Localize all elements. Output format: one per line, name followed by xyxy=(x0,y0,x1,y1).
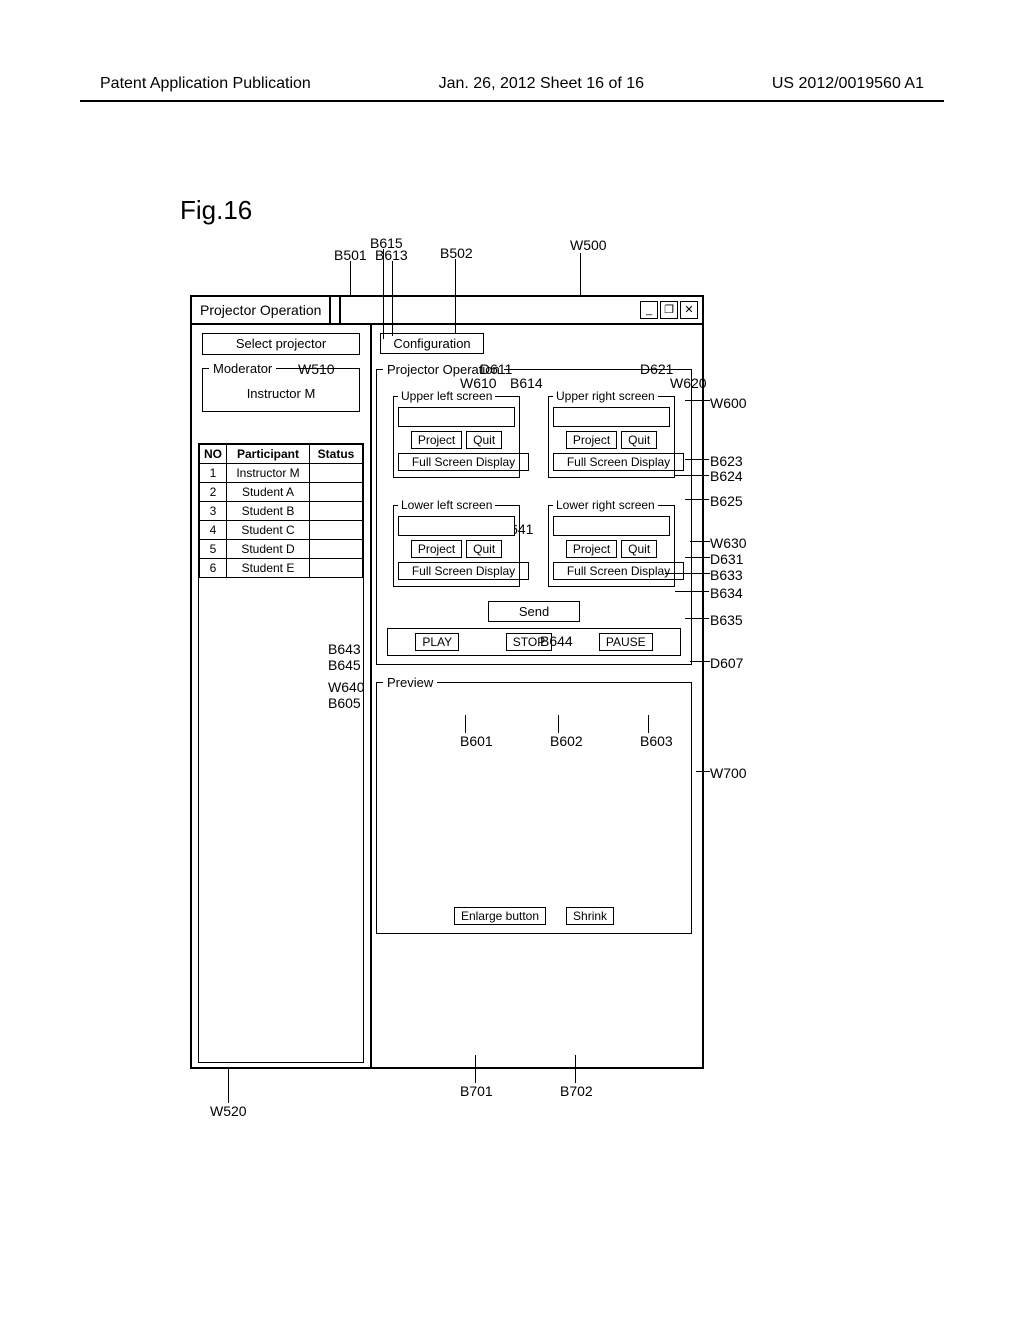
enlarge-button[interactable]: Enlarge button xyxy=(454,907,546,925)
table-row[interactable]: 3Student B xyxy=(200,502,363,521)
page-header: Patent Application Publication Jan. 26, … xyxy=(0,75,1024,93)
upper-right-screen: Upper right screen Project Quit Full Scr… xyxy=(548,389,675,478)
ul-quit-button[interactable]: Quit xyxy=(466,431,502,449)
col-no: NO xyxy=(200,445,227,464)
lr-preview[interactable] xyxy=(553,516,670,536)
lr-quit-button[interactable]: Quit xyxy=(621,540,657,558)
ll-quit-button[interactable]: Quit xyxy=(466,540,502,558)
table-row[interactable]: 4Student C xyxy=(200,521,363,540)
preview-legend: Preview xyxy=(383,675,437,690)
ll-fullscreen-button[interactable]: Full Screen Display xyxy=(398,562,529,580)
ur-fullscreen-button[interactable]: Full Screen Display xyxy=(553,453,684,471)
tab-projector-operation[interactable]: Projector Operation xyxy=(192,297,331,323)
ul-project-button[interactable]: Project xyxy=(411,431,462,449)
preview-group: Preview Enlarge button Shrink xyxy=(376,675,692,934)
ll-project-button[interactable]: Project xyxy=(411,540,462,558)
callout-B633: B633 xyxy=(710,567,743,583)
col-participant: Participant xyxy=(227,445,310,464)
header-right: US 2012/0019560 A1 xyxy=(772,75,924,93)
ul-fullscreen-button[interactable]: Full Screen Display xyxy=(398,453,529,471)
moderator-label: Moderator xyxy=(209,361,276,376)
table-row[interactable]: 2Student A xyxy=(200,483,363,502)
callout-W630: W630 xyxy=(710,535,747,551)
header-left: Patent Application Publication xyxy=(100,75,311,93)
projector-operation-group: Projector Operation Upper left screen Pr… xyxy=(376,362,692,665)
callout-W520: W520 xyxy=(210,1103,247,1119)
stop-button[interactable]: STOP xyxy=(506,633,552,651)
ll-preview[interactable] xyxy=(398,516,515,536)
callout-B701: B701 xyxy=(460,1083,493,1099)
ur-project-button[interactable]: Project xyxy=(566,431,617,449)
left-panel: Select projector Moderator Instructor M … xyxy=(192,325,372,1069)
participant-table: NO Participant Status 1Instructor M 2Stu… xyxy=(198,443,364,1063)
header-center: Jan. 26, 2012 Sheet 16 of 16 xyxy=(439,75,645,93)
projector-operation-window: Projector Operation _ ❐ ✕ Select project… xyxy=(190,295,704,1069)
table-row[interactable]: 1Instructor M xyxy=(200,464,363,483)
header-rule xyxy=(80,100,944,102)
window-content: Select projector Moderator Instructor M … xyxy=(192,325,702,1069)
shrink-button[interactable]: Shrink xyxy=(566,907,614,925)
ul-legend: Upper left screen xyxy=(398,389,495,403)
lr-legend: Lower right screen xyxy=(553,498,658,512)
ur-quit-button[interactable]: Quit xyxy=(621,431,657,449)
upper-left-screen: Upper left screen Project Quit Full Scre… xyxy=(393,389,520,478)
moderator-group: Moderator Instructor M xyxy=(202,361,360,412)
callout-B502: B502 xyxy=(440,245,473,261)
lower-right-screen: Lower right screen Project Quit Full Scr… xyxy=(548,498,675,587)
col-status: Status xyxy=(310,445,363,464)
close-button[interactable]: ✕ xyxy=(680,301,698,319)
callout-B634: B634 xyxy=(710,585,743,601)
callout-D607: D607 xyxy=(710,655,743,671)
callout-B635: B635 xyxy=(710,612,743,628)
lr-fullscreen-button[interactable]: Full Screen Display xyxy=(553,562,684,580)
ur-legend: Upper right screen xyxy=(553,389,658,403)
playback-controls: PLAY STOP PAUSE xyxy=(387,628,681,656)
right-panel: Configuration Projector Operation Upper … xyxy=(370,325,698,1069)
callout-W600: W600 xyxy=(710,395,747,411)
callout-W700: W700 xyxy=(710,765,747,781)
moderator-value: Instructor M xyxy=(209,382,353,405)
window-controls: _ ❐ ✕ xyxy=(640,301,702,319)
callout-W500: W500 xyxy=(570,237,607,253)
po-legend: Projector Operation xyxy=(383,362,504,377)
lr-project-button[interactable]: Project xyxy=(566,540,617,558)
play-button[interactable]: PLAY xyxy=(415,633,459,651)
callout-B702: B702 xyxy=(560,1083,593,1099)
figure-title: Fig.16 xyxy=(180,195,252,226)
lower-left-screen: Lower left screen Project Quit Full Scre… xyxy=(393,498,520,587)
tab-divider xyxy=(331,297,341,323)
minimize-button[interactable]: _ xyxy=(640,301,658,319)
callout-B624: B624 xyxy=(710,468,743,484)
send-button[interactable]: Send xyxy=(488,601,580,622)
pause-button[interactable]: PAUSE xyxy=(599,633,653,651)
callout-D631: D631 xyxy=(710,551,743,567)
titlebar: Projector Operation _ ❐ ✕ xyxy=(192,297,702,325)
page: Patent Application Publication Jan. 26, … xyxy=(0,0,1024,1320)
select-projector-button[interactable]: Select projector xyxy=(202,333,360,355)
ul-preview[interactable] xyxy=(398,407,515,427)
maximize-button[interactable]: ❐ xyxy=(660,301,678,319)
callout-B625: B625 xyxy=(710,493,743,509)
table-row[interactable]: 6Student E xyxy=(200,559,363,578)
table-row[interactable]: 5Student D xyxy=(200,540,363,559)
figure-drawing: B501 B615 B613 B502 W500 D611 W610 B614 … xyxy=(180,235,740,1115)
ur-preview[interactable] xyxy=(553,407,670,427)
ll-legend: Lower left screen xyxy=(398,498,495,512)
callout-B623: B623 xyxy=(710,453,743,469)
tab-configuration[interactable]: Configuration xyxy=(380,333,484,354)
